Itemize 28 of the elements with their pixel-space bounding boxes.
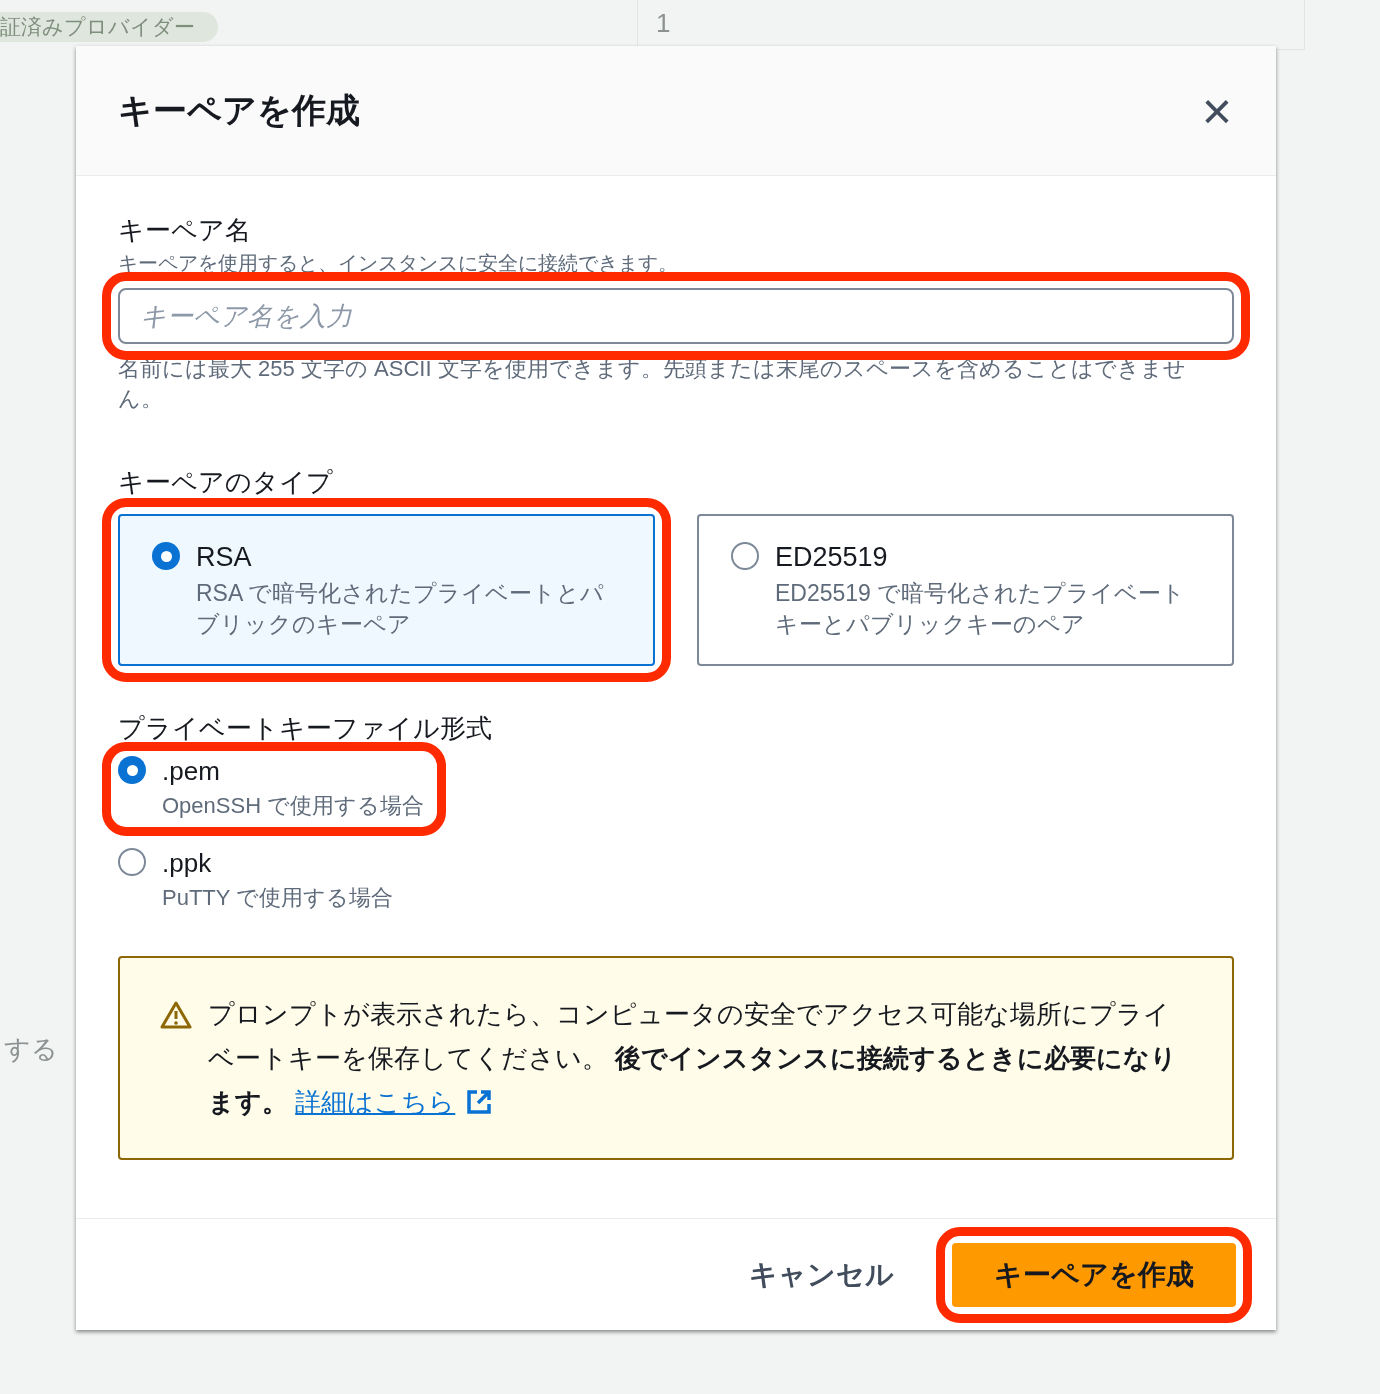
warning-text: プロンプトが表示されたら、コンピュータの安全でアクセス可能な場所にプライベートキーを保存してください。 後でインスタンスに接続するときに必要になります。 詳細はこちら	[208, 992, 1184, 1124]
option-title: .ppk	[162, 847, 213, 880]
key-type-option[interactable]: ED25519 ED25519 で暗号化されたプライベートキーとパブリックキーのペア	[697, 514, 1234, 666]
dialog-title: キーペアを作成	[118, 90, 360, 131]
cancel-button[interactable]: キャンセル	[731, 1242, 912, 1307]
option-title: .pem	[162, 755, 221, 788]
option-description: PuTTY で使用する場合	[162, 884, 394, 912]
learn-more-link[interactable]: 詳細はこちら	[295, 1080, 494, 1124]
radio-button[interactable]	[118, 756, 146, 784]
option-description: OpenSSH で使用する場合	[162, 792, 425, 820]
key-pair-name-field[interactable]: キーペア名を入力	[118, 288, 1234, 344]
warning-icon	[160, 1000, 192, 1030]
field-label: プライベートキーファイル形式	[118, 712, 493, 745]
option-description: ED25519 で暗号化されたプライベートキーとパブリックキーのペア	[775, 579, 1187, 639]
option-title: RSA	[196, 541, 253, 574]
radio-button[interactable]	[152, 542, 180, 570]
create-button[interactable]: キーペアを作成	[952, 1242, 1236, 1307]
provider-tag: 証済みプロバイダー	[0, 12, 218, 42]
close-button[interactable]: ×	[1201, 84, 1232, 137]
background-text: する	[3, 1034, 58, 1064]
option-description: RSA で暗号化されたプライベートとパブリックのキーペア	[196, 579, 606, 639]
radio-button[interactable]	[731, 542, 759, 570]
radio-button[interactable]	[118, 848, 146, 876]
key-type-option[interactable]: RSA RSA で暗号化されたプライベートとパブリックのキーペア	[118, 514, 655, 666]
option-title: ED25519	[775, 541, 889, 574]
field-label: キーペアのタイプ	[118, 466, 334, 499]
external-link-icon	[465, 1088, 494, 1116]
field-label: キーペア名	[118, 214, 252, 247]
